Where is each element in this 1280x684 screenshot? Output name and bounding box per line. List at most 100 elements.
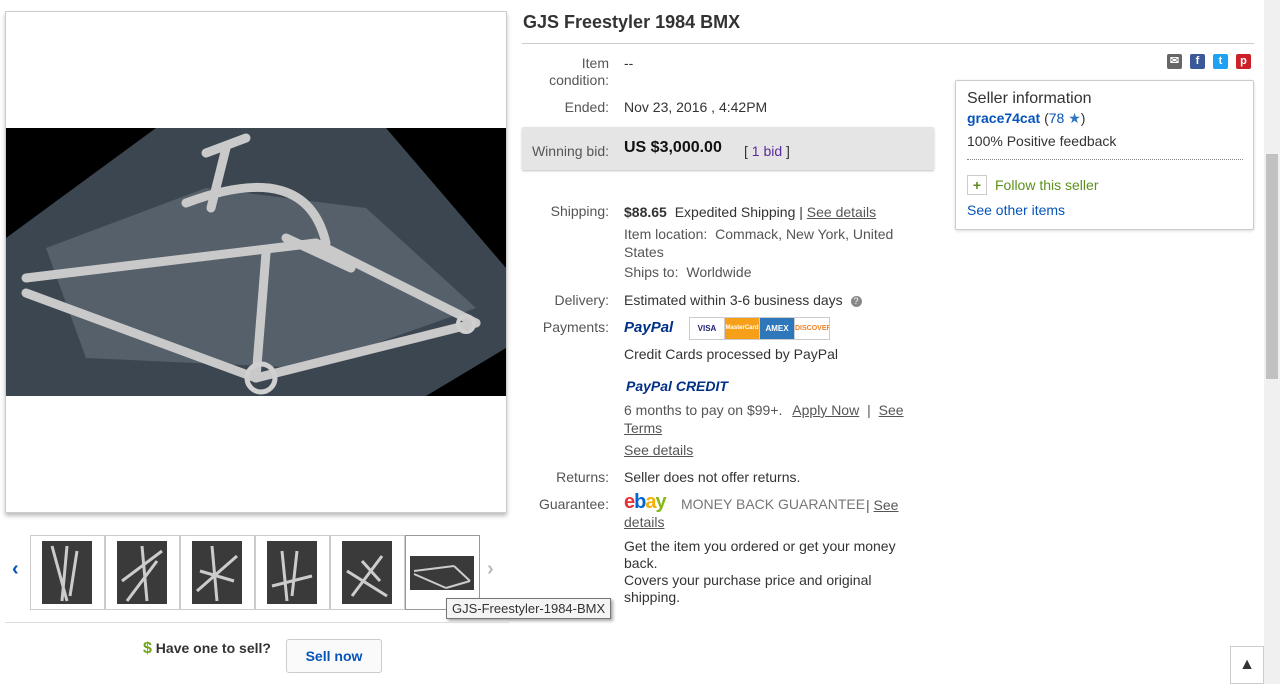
facebook-icon[interactable]: f — [1190, 54, 1205, 69]
paypal-credit-logo-a: PayPal — [626, 378, 672, 394]
back-to-top-icon[interactable]: ▲ — [1230, 646, 1264, 684]
bid-history-link[interactable]: 1 bid — [752, 143, 782, 159]
guarantee-see-details-cont: details — [624, 514, 664, 530]
main-image[interactable] — [5, 11, 507, 513]
feedback-score-link[interactable]: 78 — [1049, 110, 1065, 126]
paypal-credit-logo-b: CREDIT — [675, 378, 728, 394]
plus-icon[interactable]: + — [967, 175, 987, 195]
separator: | — [867, 402, 871, 418]
bmx-frame-photo — [6, 128, 506, 396]
item-location: Item location: Commack, New York, United… — [624, 225, 893, 261]
bracket: ] — [786, 143, 790, 159]
star-icon: ★ — [1068, 110, 1081, 126]
paypal-logo: PayPal — [624, 319, 674, 336]
seller-info-box: Seller information grace74cat (78 ★) 100… — [955, 80, 1254, 230]
follow-seller-link[interactable]: Follow this seller — [995, 177, 1098, 193]
guarantee-line: shipping. — [624, 589, 681, 605]
shipping-cost: $88.65 — [624, 204, 667, 220]
seller-id: grace74cat (78 ★) — [967, 110, 1085, 127]
shipping-label: Shipping: — [550, 203, 609, 219]
see-terms-link[interactable]: See — [879, 402, 904, 418]
returns-label: Returns: — [556, 469, 609, 485]
guarantee-line: Get the item you ordered or get your mon… — [624, 538, 896, 554]
location-value-cont: States — [624, 244, 664, 260]
divider — [967, 159, 1243, 160]
thumbnail[interactable] — [30, 535, 105, 610]
winning-bid-value: US $3,000.00 — [624, 139, 722, 156]
see-terms-link-cont[interactable]: Terms — [624, 420, 662, 436]
ships-to: Ships to: Worldwide — [624, 264, 751, 280]
condition-label: Item condition: — [539, 55, 609, 89]
apply-now-link[interactable]: Apply Now — [792, 402, 859, 418]
guarantee-see-details: | See — [866, 496, 898, 514]
sell-prompt-text: Have one to sell? — [155, 640, 271, 656]
credit-offer-text: 6 months to pay on $99+. — [624, 402, 783, 418]
mastercard-logo: MasterCard — [724, 317, 760, 340]
guarantee-line: back. — [624, 555, 658, 571]
payments-label: Payments: — [542, 319, 609, 335]
thumbnail-tooltip: GJS-Freestyler-1984-BMX — [446, 598, 612, 619]
thumbnail[interactable] — [105, 535, 180, 610]
guarantee-see-details-link-cont[interactable]: details — [624, 514, 664, 530]
divider — [5, 622, 509, 623]
payments-see-details-link[interactable]: See details — [624, 442, 693, 458]
delivery-value: Estimated within 3-6 business days ? — [624, 292, 862, 308]
chevron-left-icon[interactable]: ‹ — [12, 558, 19, 581]
guarantee-label: Guarantee: — [538, 496, 609, 512]
twitter-icon[interactable]: t — [1213, 54, 1228, 69]
thumbnail-image — [192, 541, 242, 604]
chevron-right-icon[interactable]: › — [487, 558, 494, 581]
delivery-estimate: Estimated within 3-6 business days — [624, 292, 843, 308]
visa-logo: VISA — [689, 317, 725, 340]
thumbnail[interactable] — [180, 535, 255, 610]
condition-value: -- — [624, 55, 634, 71]
help-icon[interactable]: ? — [850, 296, 862, 307]
pinterest-icon[interactable]: p — [1236, 54, 1251, 69]
sell-now-button[interactable]: Sell now — [286, 639, 382, 673]
condition-label-text: Item condition: — [549, 55, 609, 88]
title-divider — [522, 43, 1254, 44]
credit-offer: 6 months to pay on $99+. Apply Now | See… — [624, 401, 934, 437]
sell-prompt: $ Have one to sell? — [143, 640, 271, 658]
positive-feedback: 100% Positive feedback — [967, 133, 1117, 149]
discover-logo: DISCOVER — [794, 317, 830, 340]
guarantee-see-details-link[interactable]: See — [874, 497, 899, 513]
shipping-value: $88.65 Expedited Shipping | See details — [624, 204, 876, 220]
winning-bid-label: Winning bid: — [531, 143, 609, 159]
thumbnail-image — [342, 541, 392, 604]
location-label: Item location: — [624, 226, 708, 242]
delivery-label: Delivery: — [554, 292, 609, 308]
separator: | — [866, 497, 870, 513]
email-share-icon[interactable]: ✉ — [1167, 54, 1182, 69]
seller-heading: Seller information — [967, 90, 1092, 107]
amex-logo: AMEX — [759, 317, 795, 340]
seller-username-link[interactable]: grace74cat — [967, 110, 1040, 126]
scrollbar-thumb[interactable] — [1266, 154, 1278, 379]
ended-value: Nov 23, 2016 , 4:42PM — [624, 99, 768, 115]
thumbnail-image — [267, 541, 317, 604]
guarantee-line: Covers your purchase price and original — [624, 572, 872, 588]
paren: ) — [1080, 110, 1086, 126]
guarantee-text: Get the item you ordered or get your mon… — [624, 538, 924, 606]
shipping-see-details-link[interactable]: See details — [807, 204, 876, 220]
paypal-credit-logo: PayPal CREDIT — [626, 378, 728, 394]
dollar-icon: $ — [143, 640, 152, 657]
thumbnail-image — [42, 541, 92, 604]
credit-cards-text: Credit Cards processed by PayPal — [624, 346, 838, 362]
location-value: Commack, New York, United — [715, 226, 894, 242]
thumbnail-image — [410, 556, 474, 590]
money-back-guarantee: MONEY BACK GUARANTEE — [681, 496, 866, 512]
see-other-items-link[interactable]: See other items — [967, 202, 1065, 218]
shipping-method: Expedited Shipping | — [674, 204, 803, 220]
returns-value: Seller does not offer returns. — [624, 469, 801, 485]
item-title: GJS Freestyler 1984 BMX — [523, 12, 741, 32]
ebay-logo: ebay — [624, 491, 667, 513]
thumbnail-image — [117, 541, 167, 604]
bracket: [ — [744, 143, 748, 159]
ships-to-value: Worldwide — [686, 264, 752, 280]
bid-count: [ 1 bid ] — [744, 143, 790, 159]
ended-label: Ended: — [564, 99, 609, 115]
thumbnail[interactable] — [330, 535, 405, 610]
thumbnail[interactable] — [255, 535, 330, 610]
ships-to-label: Ships to: — [624, 264, 679, 280]
